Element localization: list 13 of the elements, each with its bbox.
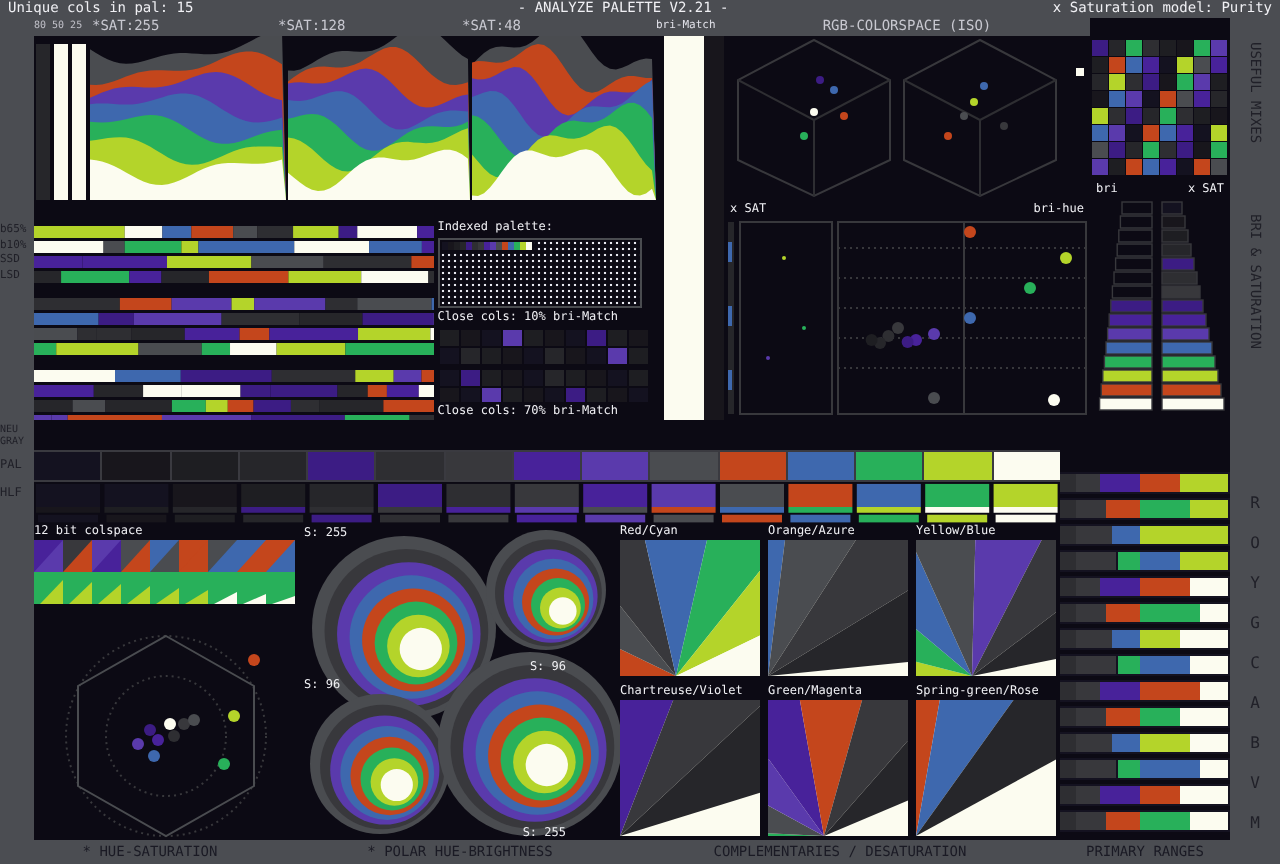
color-point [1024, 282, 1036, 294]
complementary-fan-drawing [916, 699, 1056, 835]
color-point [964, 226, 976, 238]
complementary-fan-drawing [768, 699, 908, 835]
color-point [1048, 394, 1060, 406]
color-point [928, 392, 940, 404]
color-point [964, 312, 976, 324]
complementary-fan-drawing [768, 540, 908, 676]
complementary-fan-drawing [620, 540, 760, 676]
complementary-fan-drawing [620, 699, 760, 835]
complementary-fan-drawing [916, 540, 1056, 676]
color-point [928, 328, 940, 340]
color-point [1060, 252, 1072, 264]
